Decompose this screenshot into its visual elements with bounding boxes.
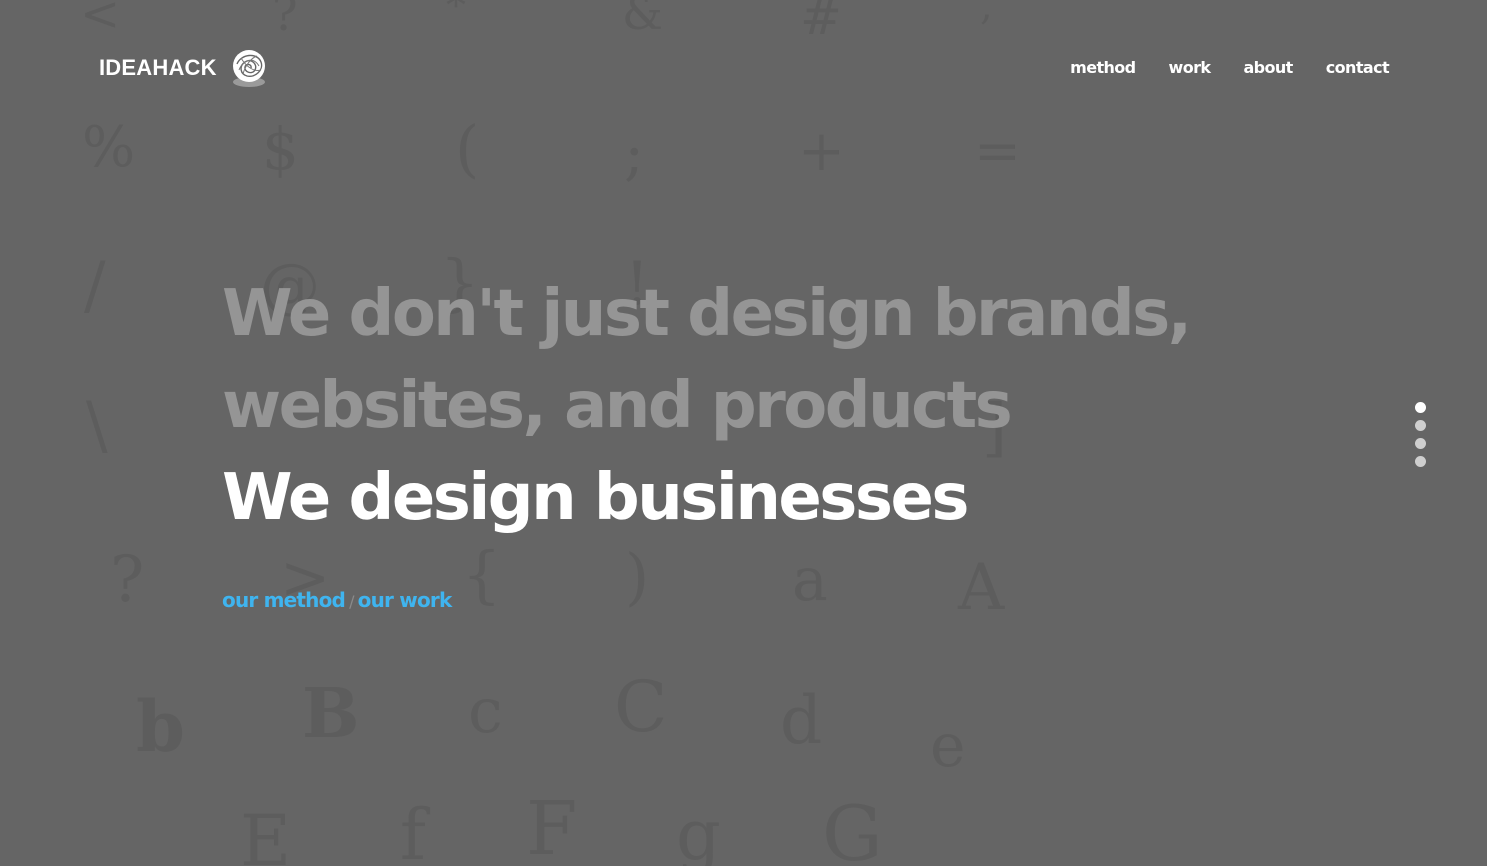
section-dot-1[interactable] [1415,402,1426,413]
main-nav: method work about contact [1070,58,1389,77]
page: < ? * & # , % $ ( ; + = / @ } ! \ ] ? > … [0,0,1487,866]
section-dot-4[interactable] [1415,456,1426,467]
brand-logo-link[interactable]: IDEAHACK [99,48,267,88]
section-dot-2[interactable] [1415,420,1426,431]
section-dot-3[interactable] [1415,438,1426,449]
our-work-link[interactable]: our work [358,588,453,612]
hero-cta-links: our method / our work [222,588,453,612]
brand-name: IDEAHACK [99,55,217,80]
scribble-ball-icon [232,50,265,87]
nav-item-about[interactable]: about [1243,58,1293,77]
nav-item-contact[interactable]: contact [1326,58,1390,77]
hero-line-3: We design businesses [222,461,969,535]
section-pagination [1415,402,1426,467]
hero-line-1: We don't just design brands, [222,277,1192,351]
hero-headline: We don't just design brands, websites, a… [222,268,1192,544]
hero-line-2: websites, and products [222,369,1013,443]
nav-item-method[interactable]: method [1070,58,1136,77]
nav-item-work[interactable]: work [1169,58,1212,77]
cta-separator: / [349,592,354,611]
our-method-link[interactable]: our method [222,588,346,612]
